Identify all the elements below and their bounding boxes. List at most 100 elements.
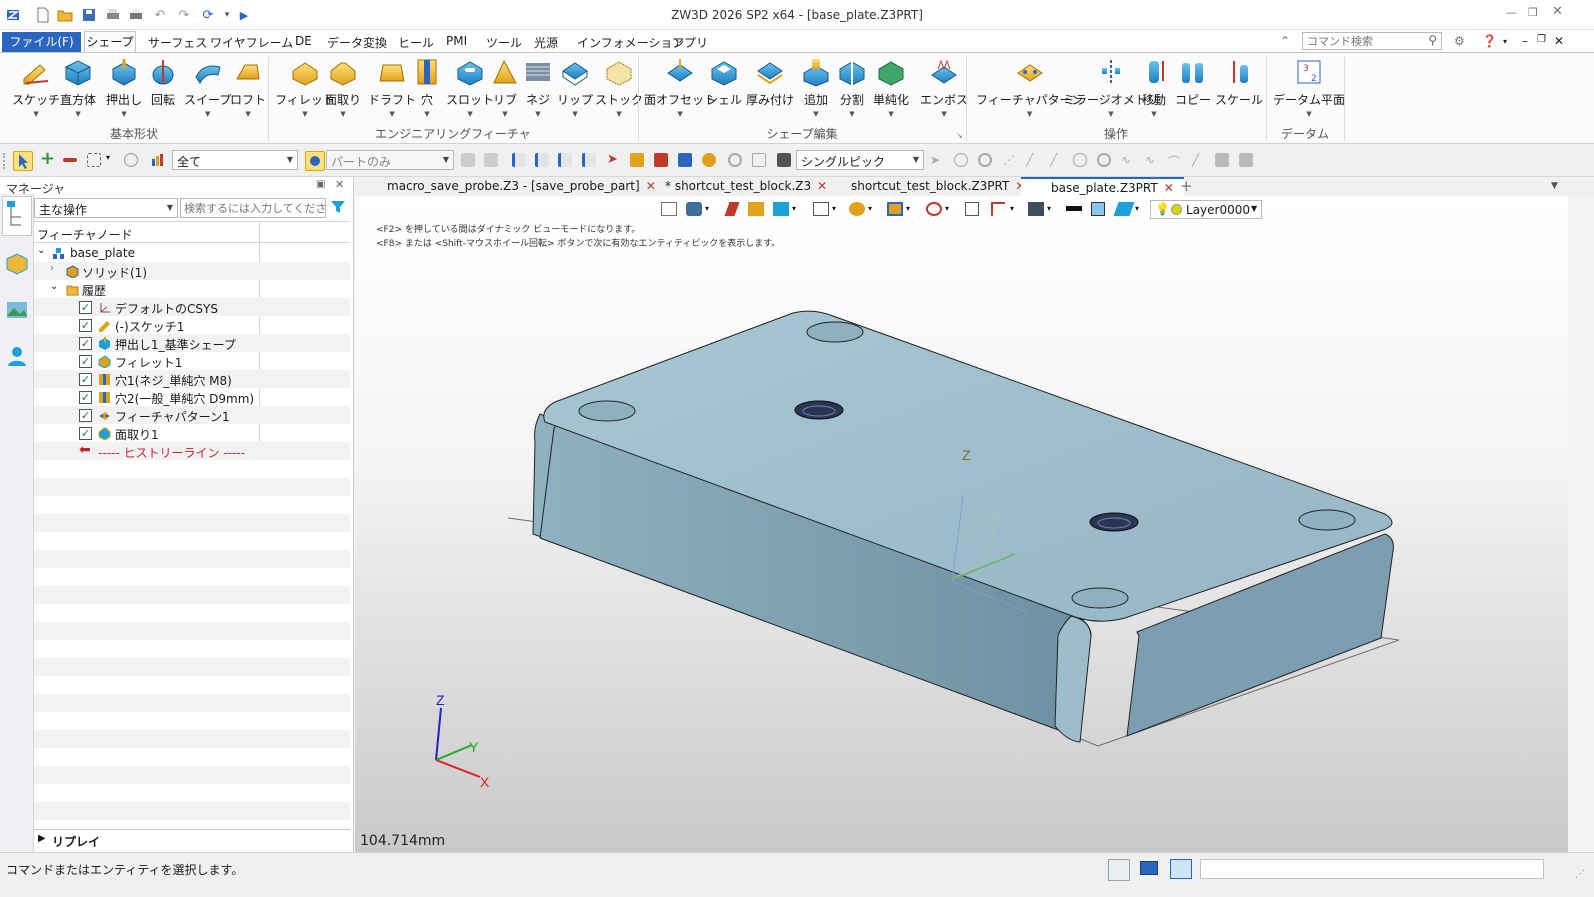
doc-close-icon[interactable]: ✕ [1554, 34, 1564, 48]
layer-icon[interactable] [654, 153, 668, 167]
tab-shape[interactable]: シェープ [84, 31, 136, 53]
snap-solid-icon[interactable] [1239, 153, 1253, 167]
tab-de[interactable]: DE [295, 34, 312, 48]
align-icon[interactable] [535, 153, 549, 167]
add-selection-icon[interactable]: + [40, 150, 55, 168]
remove-selection-icon[interactable] [63, 158, 77, 162]
align-icon[interactable] [512, 153, 526, 167]
view-manager-tab-icon[interactable] [5, 298, 29, 325]
extrude-button[interactable]: 押出し ▼ [106, 57, 142, 118]
doc-restore-icon[interactable]: ❐ [1537, 34, 1546, 45]
display-icon[interactable] [1140, 861, 1158, 875]
collapse-ribbon-icon[interactable]: ⌃ [1280, 34, 1290, 48]
loft-button[interactable]: ロフト ▼ [230, 57, 266, 118]
tab-light[interactable]: 光源 [534, 34, 558, 51]
snap-play-icon[interactable] [978, 153, 992, 167]
scope-combo[interactable]: パートのみ ▼ [326, 150, 454, 170]
chamfer-button[interactable]: 面取り ▼ [325, 57, 361, 118]
tree-search-input[interactable] [180, 198, 326, 218]
collapse-arrow-icon[interactable]: › [50, 263, 54, 274]
lasso-select-icon[interactable] [124, 153, 138, 167]
snap-point-icon[interactable] [954, 153, 968, 167]
sketch-button[interactable]: スケッチ ▼ [12, 57, 60, 118]
expand-arrow-icon[interactable]: ⌄ [50, 281, 58, 292]
tree-row-feature[interactable]: ✓ 穴1(ネジ_単純穴 M8) [34, 370, 350, 388]
hole-corner[interactable] [1298, 509, 1356, 531]
tree-row-feature[interactable]: ✓ フィーチャパターン1 [34, 406, 350, 424]
visibility-checkbox[interactable]: ✓ [79, 373, 92, 386]
group-launcher-icon[interactable]: ↘ [956, 131, 963, 140]
tree-row-feature[interactable]: ✓ 穴2(一般_単純穴 D9mm) [34, 388, 350, 406]
snap-circle-icon[interactable] [1097, 153, 1111, 167]
snap-tangent-icon[interactable]: ∿ [1121, 153, 1135, 167]
tab-list-dropdown-icon[interactable]: ▼ [1545, 177, 1564, 196]
help-dropdown-icon[interactable]: ▾ [1503, 37, 1507, 46]
stop-icon[interactable] [777, 153, 791, 167]
new-tab-icon[interactable]: + [1174, 177, 1199, 196]
panel-float-icon[interactable]: ▣ [316, 179, 325, 190]
thread-button[interactable]: ネジ ▼ [523, 57, 553, 118]
tab-tools[interactable]: ツール [486, 34, 522, 51]
tab-apps[interactable]: アプリ [672, 34, 708, 51]
snap-edge-icon[interactable]: ╱ [1192, 153, 1206, 167]
doc-tab-macro-save-probe[interactable]: macro_save_probe.Z3 - [save_probe_part] ✕ [381, 177, 662, 196]
pick-mode-combo[interactable]: シングルピック ▼ [796, 150, 924, 170]
tree-filter-icon[interactable] [330, 199, 346, 218]
replay-expand-icon[interactable]: ▶ [38, 833, 46, 844]
select-pointer-icon[interactable] [13, 151, 33, 171]
style-icon[interactable] [702, 153, 716, 167]
tree-row-feature[interactable]: ✓ 面取り1 [34, 424, 350, 442]
snap-center-icon[interactable] [1073, 153, 1087, 167]
visibility-checkbox[interactable]: ✓ [79, 319, 92, 332]
snap-pointer-icon[interactable]: ➤ [930, 153, 944, 167]
draft-button[interactable]: ドラフト ▼ [368, 57, 416, 118]
tree-row-history[interactable]: ⌄ 履歴 [34, 280, 350, 298]
shell-button[interactable]: シェル [706, 57, 742, 108]
tree-row-feature[interactable]: ✓ (-)スケッチ1 [34, 316, 350, 334]
file-menu-tab[interactable]: ファイル(F) [2, 32, 81, 52]
solid-corner-face[interactable] [1054, 615, 1092, 743]
tree-row-feature[interactable]: ✓ デフォルトのCSYS [34, 298, 350, 316]
slot-button[interactable]: スロット ▼ [446, 57, 494, 118]
hole-corner[interactable] [1071, 587, 1129, 609]
status-tool-icon[interactable] [1108, 859, 1130, 881]
expand-arrow-icon[interactable]: ⌄ [37, 245, 45, 256]
close-tab-icon[interactable]: ✕ [1164, 181, 1174, 195]
tree-row-feature[interactable]: ✓ フィレット1 [34, 352, 350, 370]
snap-curve-icon[interactable]: ∿ [1145, 153, 1159, 167]
hole-corner[interactable] [578, 400, 636, 422]
command-search-input[interactable] [1303, 33, 1418, 49]
box-button[interactable]: 直方体 ▼ [60, 57, 96, 118]
snap-midpoint-icon[interactable]: ╱ [1050, 153, 1064, 167]
visibility-checkbox[interactable]: ✓ [79, 391, 92, 404]
scale-button[interactable]: スケール [1215, 57, 1263, 108]
command-input[interactable] [1200, 859, 1544, 879]
panel-close-icon[interactable]: ✕ [335, 178, 344, 191]
filter-option-icon[interactable] [484, 153, 498, 167]
minimize-icon[interactable]: — [1506, 6, 1517, 19]
settings-gear-icon[interactable]: ⚙ [1454, 34, 1465, 48]
thicken-button[interactable]: 厚み付け [746, 57, 794, 108]
simplify-button[interactable]: 単純化 ▼ [873, 57, 909, 118]
visibility-checkbox[interactable]: ✓ [79, 355, 92, 368]
tab-pmi[interactable]: PMI [446, 34, 467, 48]
tab-surface[interactable]: サーフェス [148, 34, 207, 51]
stock-button[interactable]: ストック ▼ [595, 57, 643, 118]
hole-button[interactable]: 穴 ▼ [412, 57, 442, 118]
tab-heal[interactable]: ヒール [398, 34, 434, 51]
copy-button[interactable]: コピー [1175, 57, 1211, 108]
align-icon[interactable] [558, 153, 572, 167]
doc-minimize-icon[interactable]: – [1522, 34, 1528, 48]
box-select-icon[interactable] [87, 153, 101, 167]
tree-row-solid[interactable]: › ソリッド(1) [34, 262, 350, 280]
move-button[interactable]: 移動 ▼ [1139, 57, 1169, 118]
history-icon[interactable] [728, 153, 742, 167]
snap-line-icon[interactable]: ╱ [1026, 153, 1040, 167]
doc-tab-shortcut-test-block-prt[interactable]: shortcut_test_block.Z3PRT✕ [845, 177, 1031, 196]
doc-tab-base-plate[interactable]: base_plate.Z3PRT ✕ [1021, 177, 1184, 196]
replay-section[interactable]: ▶ リプレイ [34, 829, 350, 851]
visibility-checkbox[interactable]: ✓ [79, 427, 92, 440]
align-icon[interactable] [582, 153, 596, 167]
close-tab-icon[interactable]: ✕ [646, 179, 656, 193]
part-filter-icon[interactable] [305, 151, 325, 171]
